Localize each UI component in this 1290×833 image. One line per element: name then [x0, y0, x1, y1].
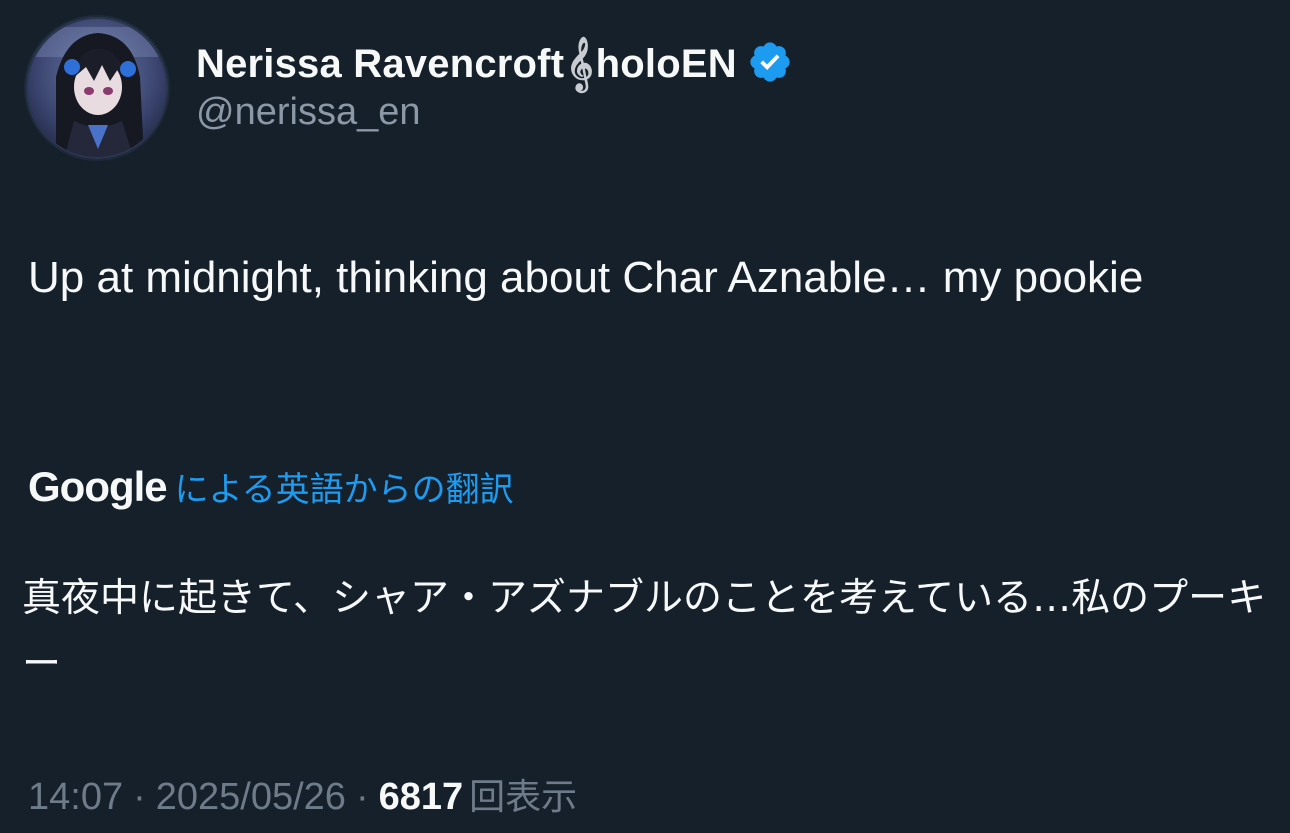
author-handle[interactable]: @nerissa_en: [196, 91, 793, 134]
translation-attribution[interactable]: Google による英語からの翻訳: [28, 462, 514, 511]
meta-separator: ·: [355, 776, 369, 818]
tweet-time[interactable]: 14:07: [28, 776, 123, 819]
author-names: Nerissa Ravencroft𝄞holoEN @nerissa_en: [196, 37, 793, 134]
tweet-header: Nerissa Ravencroft𝄞holoEN @nerissa_en: [26, 17, 793, 159]
treble-clef-icon: 𝄞: [566, 35, 594, 90]
tweet-date[interactable]: 2025/05/26: [156, 776, 346, 819]
meta-separator: ·: [133, 776, 146, 818]
avatar[interactable]: [26, 17, 168, 159]
views-label: 回表示: [469, 777, 578, 818]
views-count[interactable]: 6817: [379, 776, 464, 819]
translated-text: 真夜中に起きて、シャア・アズナブルのことを考えている…私のプーキー: [22, 576, 1267, 687]
tweet-text: Up at midnight, thinking about Char Azna…: [28, 253, 1144, 302]
verified-badge-icon[interactable]: [747, 39, 793, 85]
tweet-detail: Nerissa Ravencroft𝄞holoEN @nerissa_en Up…: [0, 0, 1290, 833]
display-name[interactable]: Nerissa Ravencroft𝄞holoEN: [196, 38, 737, 87]
display-name-first: Nerissa Ravencroft: [196, 41, 565, 86]
translated-from-label[interactable]: による英語からの翻訳: [175, 462, 514, 511]
display-name-second: holoEN: [595, 41, 737, 86]
display-name-row[interactable]: Nerissa Ravencroft𝄞holoEN: [196, 37, 793, 87]
tweet-meta: 14:07 · 2025/05/26 · 6817 回表示: [28, 768, 577, 820]
avatar-image: [26, 17, 168, 159]
google-logo: Google: [28, 462, 168, 510]
